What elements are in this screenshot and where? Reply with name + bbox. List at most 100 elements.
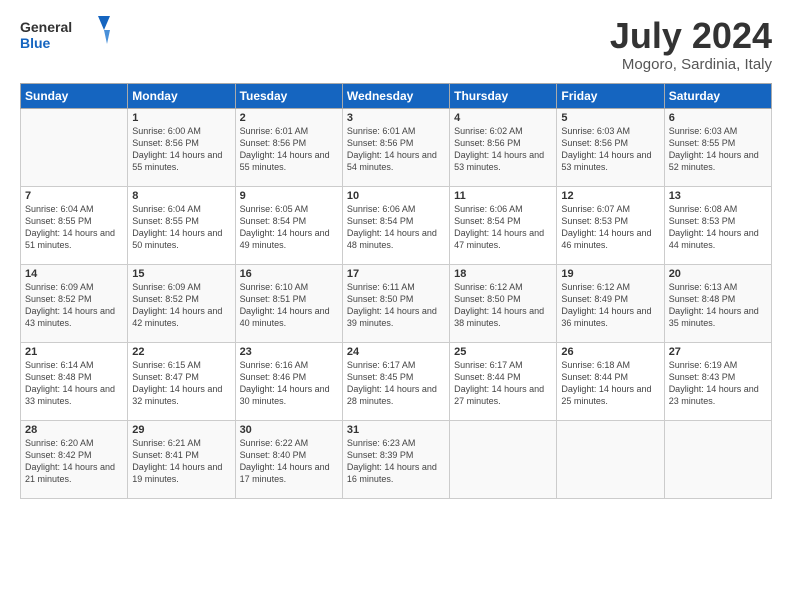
day-number: 21 bbox=[25, 346, 123, 358]
day-header-monday: Monday bbox=[128, 83, 235, 108]
day-number: 31 bbox=[347, 424, 445, 436]
day-number: 5 bbox=[561, 112, 659, 124]
calendar-cell: 28Sunrise: 6:20 AM Sunset: 8:42 PM Dayli… bbox=[21, 420, 128, 498]
cell-content: Sunrise: 6:00 AM Sunset: 8:56 PM Dayligh… bbox=[132, 125, 230, 174]
cell-content: Sunrise: 6:01 AM Sunset: 8:56 PM Dayligh… bbox=[347, 125, 445, 174]
day-number: 22 bbox=[132, 346, 230, 358]
calendar-cell: 9Sunrise: 6:05 AM Sunset: 8:54 PM Daylig… bbox=[235, 186, 342, 264]
calendar-cell: 29Sunrise: 6:21 AM Sunset: 8:41 PM Dayli… bbox=[128, 420, 235, 498]
cell-content: Sunrise: 6:04 AM Sunset: 8:55 PM Dayligh… bbox=[132, 203, 230, 252]
week-row-4: 21Sunrise: 6:14 AM Sunset: 8:48 PM Dayli… bbox=[21, 342, 772, 420]
calendar-cell: 7Sunrise: 6:04 AM Sunset: 8:55 PM Daylig… bbox=[21, 186, 128, 264]
cell-content: Sunrise: 6:07 AM Sunset: 8:53 PM Dayligh… bbox=[561, 203, 659, 252]
calendar-cell: 24Sunrise: 6:17 AM Sunset: 8:45 PM Dayli… bbox=[342, 342, 449, 420]
svg-text:Blue: Blue bbox=[20, 35, 51, 51]
calendar-cell bbox=[21, 108, 128, 186]
cell-content: Sunrise: 6:21 AM Sunset: 8:41 PM Dayligh… bbox=[132, 437, 230, 486]
day-header-saturday: Saturday bbox=[664, 83, 771, 108]
day-number: 26 bbox=[561, 346, 659, 358]
calendar-table: SundayMondayTuesdayWednesdayThursdayFrid… bbox=[20, 83, 772, 499]
day-number: 3 bbox=[347, 112, 445, 124]
calendar-cell: 22Sunrise: 6:15 AM Sunset: 8:47 PM Dayli… bbox=[128, 342, 235, 420]
day-number: 2 bbox=[240, 112, 338, 124]
calendar-cell: 16Sunrise: 6:10 AM Sunset: 8:51 PM Dayli… bbox=[235, 264, 342, 342]
cell-content: Sunrise: 6:09 AM Sunset: 8:52 PM Dayligh… bbox=[25, 281, 123, 330]
cell-content: Sunrise: 6:09 AM Sunset: 8:52 PM Dayligh… bbox=[132, 281, 230, 330]
cell-content: Sunrise: 6:15 AM Sunset: 8:47 PM Dayligh… bbox=[132, 359, 230, 408]
cell-content: Sunrise: 6:17 AM Sunset: 8:44 PM Dayligh… bbox=[454, 359, 552, 408]
cell-content: Sunrise: 6:22 AM Sunset: 8:40 PM Dayligh… bbox=[240, 437, 338, 486]
cell-content: Sunrise: 6:12 AM Sunset: 8:50 PM Dayligh… bbox=[454, 281, 552, 330]
day-number: 1 bbox=[132, 112, 230, 124]
calendar-cell: 3Sunrise: 6:01 AM Sunset: 8:56 PM Daylig… bbox=[342, 108, 449, 186]
main-title: July 2024 bbox=[610, 16, 772, 56]
calendar-cell: 5Sunrise: 6:03 AM Sunset: 8:56 PM Daylig… bbox=[557, 108, 664, 186]
cell-content: Sunrise: 6:08 AM Sunset: 8:53 PM Dayligh… bbox=[669, 203, 767, 252]
calendar-cell: 13Sunrise: 6:08 AM Sunset: 8:53 PM Dayli… bbox=[664, 186, 771, 264]
day-number: 7 bbox=[25, 190, 123, 202]
calendar-cell: 23Sunrise: 6:16 AM Sunset: 8:46 PM Dayli… bbox=[235, 342, 342, 420]
day-header-tuesday: Tuesday bbox=[235, 83, 342, 108]
cell-content: Sunrise: 6:20 AM Sunset: 8:42 PM Dayligh… bbox=[25, 437, 123, 486]
cell-content: Sunrise: 6:01 AM Sunset: 8:56 PM Dayligh… bbox=[240, 125, 338, 174]
logo: General Blue bbox=[20, 16, 110, 56]
day-header-friday: Friday bbox=[557, 83, 664, 108]
calendar-cell: 21Sunrise: 6:14 AM Sunset: 8:48 PM Dayli… bbox=[21, 342, 128, 420]
cell-content: Sunrise: 6:06 AM Sunset: 8:54 PM Dayligh… bbox=[347, 203, 445, 252]
subtitle: Mogoro, Sardinia, Italy bbox=[610, 56, 772, 73]
day-number: 8 bbox=[132, 190, 230, 202]
cell-content: Sunrise: 6:17 AM Sunset: 8:45 PM Dayligh… bbox=[347, 359, 445, 408]
cell-content: Sunrise: 6:05 AM Sunset: 8:54 PM Dayligh… bbox=[240, 203, 338, 252]
day-number: 16 bbox=[240, 268, 338, 280]
calendar-cell: 6Sunrise: 6:03 AM Sunset: 8:55 PM Daylig… bbox=[664, 108, 771, 186]
day-number: 24 bbox=[347, 346, 445, 358]
day-number: 28 bbox=[25, 424, 123, 436]
cell-content: Sunrise: 6:16 AM Sunset: 8:46 PM Dayligh… bbox=[240, 359, 338, 408]
day-headers: SundayMondayTuesdayWednesdayThursdayFrid… bbox=[21, 83, 772, 108]
cell-content: Sunrise: 6:06 AM Sunset: 8:54 PM Dayligh… bbox=[454, 203, 552, 252]
logo-svg: General Blue bbox=[20, 16, 110, 56]
day-number: 4 bbox=[454, 112, 552, 124]
cell-content: Sunrise: 6:13 AM Sunset: 8:48 PM Dayligh… bbox=[669, 281, 767, 330]
day-header-sunday: Sunday bbox=[21, 83, 128, 108]
calendar-cell: 4Sunrise: 6:02 AM Sunset: 8:56 PM Daylig… bbox=[450, 108, 557, 186]
calendar-cell: 17Sunrise: 6:11 AM Sunset: 8:50 PM Dayli… bbox=[342, 264, 449, 342]
calendar-cell: 8Sunrise: 6:04 AM Sunset: 8:55 PM Daylig… bbox=[128, 186, 235, 264]
cell-content: Sunrise: 6:14 AM Sunset: 8:48 PM Dayligh… bbox=[25, 359, 123, 408]
calendar-cell: 27Sunrise: 6:19 AM Sunset: 8:43 PM Dayli… bbox=[664, 342, 771, 420]
day-header-wednesday: Wednesday bbox=[342, 83, 449, 108]
header: General Blue July 2024 Mogoro, Sardinia,… bbox=[20, 16, 772, 73]
day-number: 19 bbox=[561, 268, 659, 280]
calendar-cell: 30Sunrise: 6:22 AM Sunset: 8:40 PM Dayli… bbox=[235, 420, 342, 498]
cell-content: Sunrise: 6:11 AM Sunset: 8:50 PM Dayligh… bbox=[347, 281, 445, 330]
week-row-3: 14Sunrise: 6:09 AM Sunset: 8:52 PM Dayli… bbox=[21, 264, 772, 342]
cell-content: Sunrise: 6:02 AM Sunset: 8:56 PM Dayligh… bbox=[454, 125, 552, 174]
svg-text:General: General bbox=[20, 19, 72, 35]
title-block: July 2024 Mogoro, Sardinia, Italy bbox=[610, 16, 772, 73]
cell-content: Sunrise: 6:10 AM Sunset: 8:51 PM Dayligh… bbox=[240, 281, 338, 330]
calendar-cell bbox=[557, 420, 664, 498]
calendar-cell: 14Sunrise: 6:09 AM Sunset: 8:52 PM Dayli… bbox=[21, 264, 128, 342]
calendar-cell: 2Sunrise: 6:01 AM Sunset: 8:56 PM Daylig… bbox=[235, 108, 342, 186]
day-number: 13 bbox=[669, 190, 767, 202]
cell-content: Sunrise: 6:03 AM Sunset: 8:55 PM Dayligh… bbox=[669, 125, 767, 174]
day-number: 6 bbox=[669, 112, 767, 124]
calendar-cell bbox=[664, 420, 771, 498]
cell-content: Sunrise: 6:04 AM Sunset: 8:55 PM Dayligh… bbox=[25, 203, 123, 252]
cell-content: Sunrise: 6:12 AM Sunset: 8:49 PM Dayligh… bbox=[561, 281, 659, 330]
calendar-cell: 15Sunrise: 6:09 AM Sunset: 8:52 PM Dayli… bbox=[128, 264, 235, 342]
week-row-2: 7Sunrise: 6:04 AM Sunset: 8:55 PM Daylig… bbox=[21, 186, 772, 264]
calendar-cell: 31Sunrise: 6:23 AM Sunset: 8:39 PM Dayli… bbox=[342, 420, 449, 498]
week-row-1: 1Sunrise: 6:00 AM Sunset: 8:56 PM Daylig… bbox=[21, 108, 772, 186]
calendar-cell: 11Sunrise: 6:06 AM Sunset: 8:54 PM Dayli… bbox=[450, 186, 557, 264]
calendar-cell: 1Sunrise: 6:00 AM Sunset: 8:56 PM Daylig… bbox=[128, 108, 235, 186]
day-number: 20 bbox=[669, 268, 767, 280]
calendar-cell: 10Sunrise: 6:06 AM Sunset: 8:54 PM Dayli… bbox=[342, 186, 449, 264]
calendar-cell: 18Sunrise: 6:12 AM Sunset: 8:50 PM Dayli… bbox=[450, 264, 557, 342]
calendar-cell: 25Sunrise: 6:17 AM Sunset: 8:44 PM Dayli… bbox=[450, 342, 557, 420]
day-number: 10 bbox=[347, 190, 445, 202]
day-number: 14 bbox=[25, 268, 123, 280]
calendar-cell: 20Sunrise: 6:13 AM Sunset: 8:48 PM Dayli… bbox=[664, 264, 771, 342]
cell-content: Sunrise: 6:03 AM Sunset: 8:56 PM Dayligh… bbox=[561, 125, 659, 174]
day-number: 15 bbox=[132, 268, 230, 280]
